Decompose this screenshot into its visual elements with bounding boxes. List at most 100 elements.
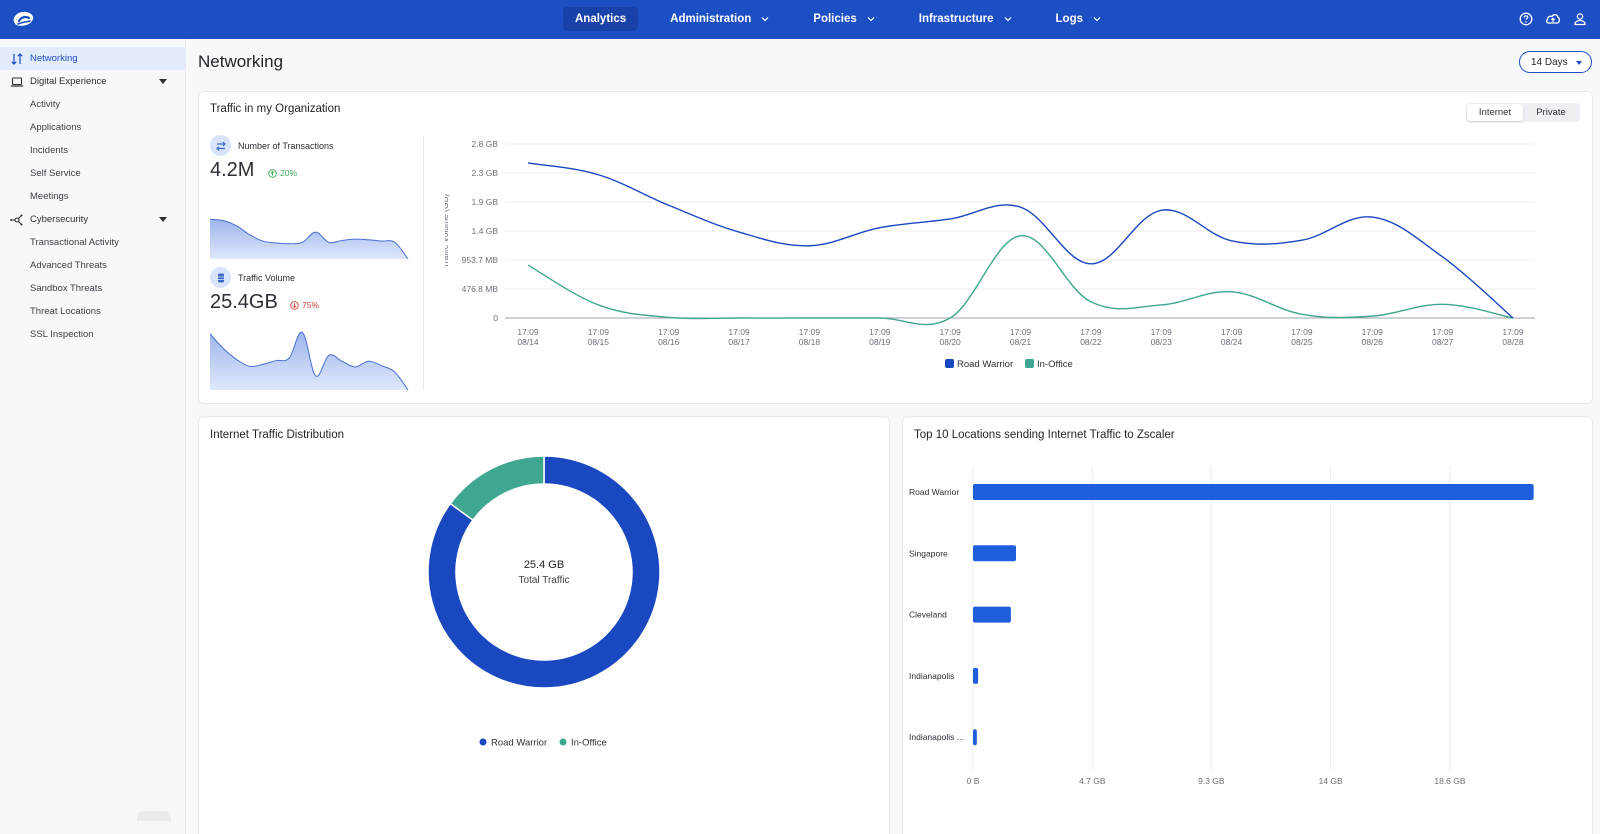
x-tick-label: 17:09 [1080, 327, 1102, 337]
x-tick-label: 08/20 [940, 337, 962, 347]
bar-singapore[interactable] [973, 545, 1017, 562]
help-icon[interactable] [1518, 11, 1534, 27]
category-label: Indianapolis ... [909, 732, 964, 742]
date-range-dropdown[interactable]: 14 Days [1519, 51, 1592, 73]
x-tick-label: 17:09 [1010, 327, 1032, 337]
kpi-delta: 20% [268, 168, 297, 178]
sidebar-item-digital-experience[interactable]: Digital Experience [0, 70, 185, 93]
x-tick-label: 08/21 [1010, 337, 1032, 347]
sidebar-item-self-service[interactable]: Self Service [0, 162, 185, 185]
sidebar-item-activity[interactable]: Activity [0, 93, 185, 116]
legend-label[interactable]: Road Warrior [957, 359, 1013, 370]
toggle-private[interactable]: Private [1523, 104, 1579, 121]
x-tick-label: 17:09 [517, 327, 539, 337]
arrow-up-circle-icon [268, 168, 277, 178]
donut-center-label: Total Traffic [519, 575, 570, 586]
kpi-label: Number of Transactions [238, 141, 334, 151]
nav-administration[interactable]: Administration [658, 7, 781, 31]
kpi-delta-value: 75% [302, 300, 320, 310]
category-label: Cleveland [909, 610, 947, 620]
chevron-down-icon [1004, 17, 1011, 22]
sidebar-item-threat-locations[interactable]: Threat Locations [0, 300, 185, 323]
bar-cleveland[interactable] [973, 606, 1011, 623]
sidebar-item-meetings[interactable]: Meetings [0, 185, 185, 208]
x-tick-label: 08/26 [1362, 337, 1384, 347]
nav-analytics[interactable]: Analytics [563, 7, 639, 31]
bar-indianapolis-[interactable] [973, 729, 977, 746]
sidebar: Networking Digital Experience Activity Ap… [0, 39, 186, 834]
x-tick-label: 17:09 [1362, 327, 1384, 337]
x-tick-label: 08/17 [728, 337, 750, 347]
x-tick-label: 17:09 [1432, 327, 1454, 337]
kpi-divider [423, 136, 424, 390]
legend-swatch [559, 738, 567, 746]
series-line-in-office [527, 235, 1514, 326]
top-navigation-bar: Analytics Administration Policies Infrastru… [0, 0, 1600, 39]
date-range-value: 14 Days [1531, 56, 1568, 68]
nav-label: Administration [670, 13, 752, 25]
sidebar-item-transactional-activity[interactable]: Transactional Activity [0, 231, 185, 254]
cloud-upload-icon[interactable] [1545, 11, 1561, 27]
sidebar-item-incidents[interactable]: Incidents [0, 139, 185, 162]
caret-down-icon[interactable] [159, 79, 167, 84]
x-tick-label: 17:09 [799, 327, 821, 337]
toggle-internet[interactable]: Internet [1467, 104, 1523, 121]
y-tick-label: 2.8 GB [472, 139, 499, 149]
caret-down-icon [1576, 61, 1582, 65]
x-tick-label: 08/23 [1151, 337, 1173, 347]
x-tick-label: 17:09 [728, 327, 750, 337]
sidebar-item-advanced-threats[interactable]: Advanced Threats [0, 254, 185, 277]
nav-label: Logs [1055, 13, 1084, 25]
legend-label[interactable]: Road Warrior [491, 738, 547, 749]
nav-infrastructure[interactable]: Infrastructure [907, 7, 1024, 31]
category-label: Road Warrior [909, 487, 959, 497]
y-tick-label: 1.4 GB [472, 226, 499, 236]
zscaler-logo-icon[interactable] [10, 8, 36, 30]
sidebar-collapse-handle[interactable] [137, 811, 171, 821]
bar-indianapolis[interactable] [973, 667, 979, 684]
x-tick-label: 08/28 [1502, 337, 1524, 347]
x-tick-label: 08/24 [1221, 337, 1243, 347]
arrow-down-circle-icon [290, 300, 299, 310]
sidebar-item-sandbox-threats[interactable]: Sandbox Threats [0, 277, 185, 300]
top-locations-bar-chart: 0 B 4.7 GB 9.3 GB 14 GB 18.6 GB Road Warrior S… [909, 466, 1534, 786]
donut-center-value: 25.4 GB [524, 559, 564, 571]
nav-label: Infrastructure [918, 13, 994, 25]
nav-logs[interactable]: Logs [1044, 7, 1113, 31]
y-tick-label: 1.9 GB [472, 197, 499, 207]
database-icon [210, 267, 231, 288]
user-icon[interactable] [1572, 11, 1588, 27]
kpi-transactions: Number of Transactions 4.2M 20% [210, 135, 415, 260]
kpi-delta-value: 20% [280, 168, 298, 178]
category-label: Singapore [909, 548, 948, 558]
caret-down-icon[interactable] [159, 217, 167, 222]
donut-slice-in-office[interactable] [449, 455, 545, 522]
bar-road-warrior[interactable] [973, 484, 1534, 500]
sidebar-item-networking[interactable]: Networking [0, 47, 185, 70]
legend-label[interactable]: In-Office [571, 738, 607, 749]
legend-swatch [945, 359, 954, 368]
kpi-traffic-volume: Traffic Volume 25.4GB 75% [210, 267, 415, 392]
internet-private-toggle: Internet Private [1466, 103, 1580, 122]
x-tick-label: 18.6 GB [1434, 776, 1466, 786]
x-tick-label: 17:09 [869, 327, 891, 337]
x-tick-label: 08/25 [1291, 337, 1313, 347]
x-tick-label: 17:09 [658, 327, 680, 337]
legend-swatch [479, 738, 487, 746]
swap-arrows-icon [210, 135, 231, 156]
category-label: Indianapolis [909, 671, 954, 681]
nav-label: Policies [813, 13, 857, 25]
transactions-sparkline [210, 218, 409, 259]
nav-label: Analytics [575, 13, 627, 25]
legend-label[interactable]: In-Office [1037, 359, 1073, 370]
x-tick-label: 08/27 [1432, 337, 1454, 347]
sidebar-item-applications[interactable]: Applications [0, 116, 185, 139]
page-title: Networking [198, 52, 284, 71]
traffic-volume-sparkline [210, 331, 409, 390]
nav-policies[interactable]: Policies [801, 7, 886, 31]
x-tick-label: 08/15 [588, 337, 610, 347]
sidebar-item-cybersecurity[interactable]: Cybersecurity [0, 208, 185, 231]
sidebar-item-ssl-inspection[interactable]: SSL Inspection [0, 323, 185, 346]
x-tick-label: 08/19 [869, 337, 891, 347]
x-tick-label: 17:09 [588, 327, 610, 337]
